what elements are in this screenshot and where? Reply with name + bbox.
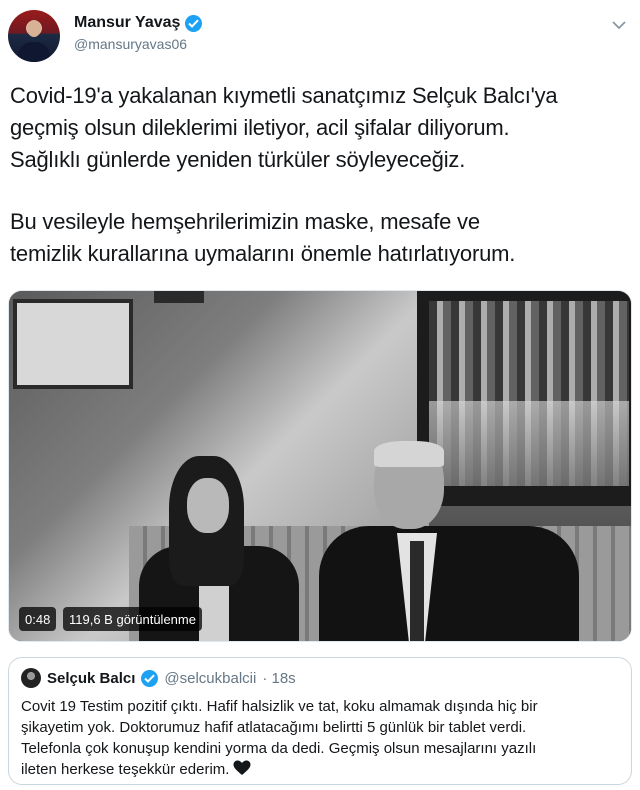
quoted-tweet[interactable]: Selçuk Balcı @selcukbalcii · 18s Covit 1… [8,657,632,785]
quoted-tweet-line: şikayetim yok. Doktorumuz hafif atlataca… [21,719,527,736]
video-duration-badge: 0:48 [19,607,57,631]
quoted-author-avatar[interactable] [21,668,41,688]
verified-badge-icon [141,669,159,687]
tweet-line: Bu vesileyle hemşehrilerimizin maske, me… [10,209,480,234]
black-heart-icon [233,760,251,782]
video-person-right [319,441,579,641]
verified-badge-icon [185,14,203,32]
author-handle[interactable]: @mansuryavas06 [74,36,202,52]
tweet-line: Covid-19'a yakalanan kıymetli sanatçımız… [10,83,558,108]
chevron-down-icon[interactable] [608,14,630,36]
tweet-header: Mansur Yavaş @mansuryavas06 [8,10,632,62]
author-name-block: Mansur Yavaş @mansuryavas06 [74,14,203,52]
author-display-name[interactable]: Mansur Yavaş [74,14,180,32]
tweet-text: Covid-19'a yakalanan kıymetli sanatçımız… [10,80,630,270]
quoted-tweet-line: Telefonla çok konuşup kendini yorma da d… [21,740,537,757]
quoted-author-display-name[interactable]: Selçuk Balcı [47,670,135,687]
tweet-line: geçmiş olsun dileklerimi iletiyor, acil … [10,115,510,140]
quoted-tweet-line: ileten herkese teşekkür ederim. [21,761,230,778]
quoted-tweet-line: Covit 19 Testim pozitif çıktı. Hafif hal… [21,698,538,715]
quoted-tweet-text: Covit 19 Testim pozitif çıktı. Hafif hal… [21,696,625,782]
quoted-tweet-time[interactable]: · 18s [262,670,295,687]
tweet-line: Sağlıklı günlerde yeniden türküler söyle… [10,147,466,172]
video-player[interactable]: 0:48 119,6 B görüntülenme [8,290,632,642]
author-avatar[interactable] [8,10,60,62]
video-views-badge: 119,6 B görüntülenme [63,607,202,631]
video-window [13,299,133,389]
quoted-tweet-header: Selçuk Balcı @selcukbalcii · 18s [21,668,296,688]
quoted-author-handle[interactable]: @selcukbalcii [164,670,256,687]
tweet-line: temizlik kurallarına uymalarını önemle h… [10,241,516,266]
